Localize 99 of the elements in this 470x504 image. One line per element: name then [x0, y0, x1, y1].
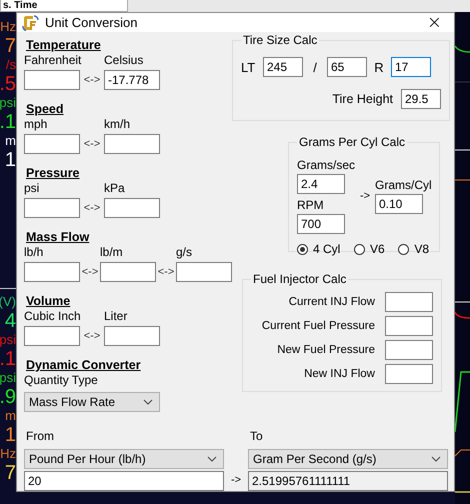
radio-button[interactable]: [354, 244, 365, 254]
field-label: Quantity Type: [24, 373, 98, 388]
gauge-unit: psi: [0, 369, 16, 387]
text-field[interactable]: [100, 262, 156, 282]
text-field[interactable]: [385, 316, 433, 336]
chevron-down-icon: [207, 456, 217, 462]
dropdown[interactable]: Pound Per Hour (lb/h): [24, 449, 224, 469]
section-heading: Pressure: [26, 166, 80, 181]
converter-symbol: <->: [80, 265, 100, 280]
text-field[interactable]: [24, 70, 80, 90]
field-label: psi: [24, 181, 40, 196]
window-title: Unit Conversion: [45, 15, 138, 30]
field-label: LT: [241, 60, 256, 74]
converter-symbol: <->: [156, 265, 176, 280]
gauge-unit: Hz: [0, 18, 16, 36]
field-label: lb/m: [100, 245, 123, 260]
field-label: Grams/Cyl: [375, 177, 433, 193]
gauge-value: .5: [0, 74, 16, 94]
text-field[interactable]: [104, 134, 160, 154]
radio-button[interactable]: [297, 244, 308, 254]
gauge-unit: psi: [0, 94, 16, 112]
field-label: lb/h: [24, 245, 44, 260]
field-label: From: [26, 429, 55, 444]
field-label: Fahrenheit: [24, 53, 82, 68]
converter-symbol: ->: [360, 190, 370, 202]
section-heading: Mass Flow: [26, 230, 90, 245]
gauge-value: .9: [0, 387, 16, 407]
radio-button[interactable]: [398, 244, 410, 254]
field-label: km/h: [104, 117, 130, 132]
field-label: R: [373, 60, 385, 74]
converter-symbol: <->: [82, 201, 102, 216]
text-field[interactable]: 17: [391, 57, 431, 77]
section-heading: Volume: [26, 294, 70, 309]
gauge-unit: /s: [6, 56, 16, 74]
radio-option[interactable]: V8: [398, 242, 429, 256]
field-label: Current INJ Flow: [288, 296, 375, 308]
group-title: Grams Per Cyl Calc: [297, 135, 408, 149]
gauge-value: .1: [0, 349, 16, 369]
converter-symbol: <->: [82, 329, 102, 344]
field-label: mph: [24, 117, 48, 132]
text-field[interactable]: [104, 326, 160, 346]
gauge-value: 1: [4, 425, 16, 445]
close-button[interactable]: ×: [422, 14, 446, 32]
converter-symbol: <->: [82, 73, 102, 88]
section-heading: Temperature: [26, 38, 101, 53]
text-field[interactable]: [24, 262, 80, 282]
radio-option[interactable]: V6: [354, 242, 385, 256]
field-label: New INJ Flow: [304, 368, 375, 380]
group-title: Fuel Injector Calc: [251, 272, 348, 286]
chevron-down-icon: [431, 456, 441, 462]
text-field[interactable]: 0.10: [375, 194, 423, 214]
gauge-unit: m: [5, 132, 16, 150]
section-heading: Speed: [26, 102, 64, 117]
field-label: RPM: [297, 197, 324, 213]
text-field[interactable]: -17.778: [104, 70, 160, 90]
text-field[interactable]: 2.4: [297, 174, 345, 194]
dropdown[interactable]: Mass Flow Rate: [24, 392, 160, 412]
tab[interactable]: s. Time: [0, 0, 128, 12]
gauge-value: 7: [4, 36, 16, 56]
text-field[interactable]: 65: [327, 57, 367, 77]
text-field[interactable]: [385, 364, 433, 384]
gauge-value: .1: [0, 112, 16, 132]
gauge-value: 4: [4, 311, 16, 331]
text-field[interactable]: [24, 134, 80, 154]
field-label: Tire Height: [332, 92, 393, 106]
gauge-unit: psi: [0, 331, 16, 349]
section-heading: Dynamic Converter: [26, 358, 141, 373]
field-label: /: [312, 60, 318, 74]
converter-symbol: <->: [82, 137, 102, 152]
radio-option[interactable]: 4 Cyl: [297, 242, 340, 256]
text-field[interactable]: [385, 340, 433, 360]
gauge-unit: Hz: [0, 445, 16, 463]
text-field[interactable]: [24, 198, 80, 218]
app-icon: [21, 14, 39, 32]
field-label: Cubic Inch: [24, 309, 81, 324]
group-title: Tire Size Calc: [241, 33, 320, 47]
text-field[interactable]: 29.5: [401, 89, 441, 109]
field-label: Celsius: [104, 53, 144, 68]
text-field[interactable]: [24, 326, 80, 346]
field-label: To: [250, 429, 264, 444]
field-label: Liter: [104, 309, 128, 324]
field-label: Current Fuel Pressure: [262, 320, 375, 332]
text-field[interactable]: [176, 262, 232, 282]
text-field[interactable]: [385, 292, 433, 312]
text-field[interactable]: 245: [263, 57, 303, 77]
text-field[interactable]: 20: [24, 471, 224, 491]
field-label: New Fuel Pressure: [277, 344, 375, 356]
gauge-value: 1: [4, 150, 16, 170]
chevron-down-icon: [143, 399, 153, 405]
dropdown[interactable]: Gram Per Second (g/s): [248, 449, 448, 469]
converter-symbol: ->: [230, 474, 242, 486]
gauge-unit: m: [5, 407, 16, 425]
field-label: Grams/sec: [297, 157, 356, 173]
field-label: kPa: [104, 181, 125, 196]
text-field[interactable]: 700: [297, 214, 345, 234]
text-field[interactable]: [104, 198, 160, 218]
text-field[interactable]: 2.51995761111111: [248, 471, 448, 491]
field-label: g/s: [176, 245, 192, 260]
gauge-value: 7: [4, 463, 16, 483]
